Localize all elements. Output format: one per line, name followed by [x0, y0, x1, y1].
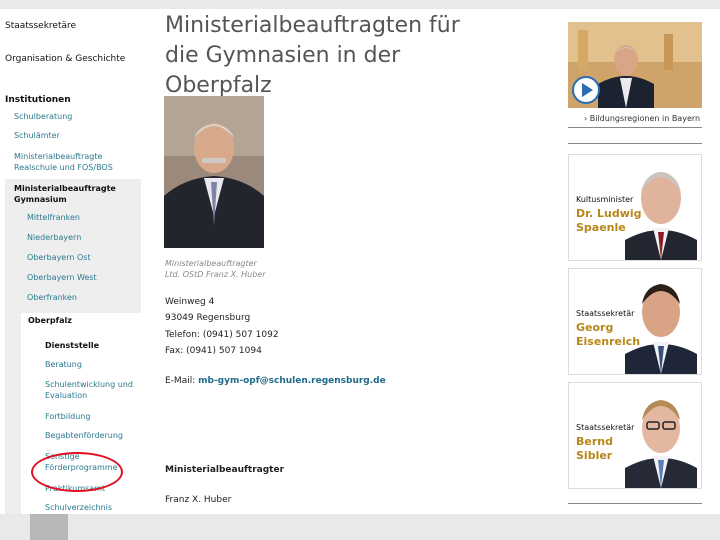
nav-item-fortbildung[interactable]: Fortbildung	[45, 411, 141, 422]
caption-role: Ministerialbeauftragter	[165, 259, 257, 268]
card-role: Staatssekretär	[576, 423, 635, 432]
nav-item-oberfranken[interactable]: Oberfranken	[27, 293, 77, 302]
card-name-last: Eisenreich	[576, 335, 641, 348]
secretary-card-eisenreich[interactable]: Staatssekretär Georg Eisenreich	[568, 268, 702, 375]
link-bildungsregionen[interactable]: › Bildungsregionen in Bayern	[584, 114, 700, 123]
card-role: Kultusminister	[576, 195, 634, 204]
address-street: Weinweg 4	[165, 297, 215, 307]
nav-item-schulberatung[interactable]: Schulberatung	[14, 111, 138, 122]
secretary-photo	[625, 284, 697, 374]
nav-item-schulverzeichnis[interactable]: Schulverzeichnis	[45, 502, 141, 513]
page-title: Ministerialbeauftragten für die Gymnasie…	[165, 13, 460, 98]
email-line: E-Mail: mb-gym-opf@schulen.regensburg.de	[165, 376, 386, 386]
nav-item-niederbayern[interactable]: Niederbayern	[27, 233, 81, 242]
card-role: Staatssekretär	[576, 309, 635, 318]
nav-item-dienststelle[interactable]: Dienststelle	[45, 340, 141, 351]
video-thumbnail[interactable]	[568, 22, 702, 108]
nav-item-realschule[interactable]: Ministerialbeauftragte Realschule und FO…	[14, 151, 138, 173]
nav-item-gymnasium[interactable]: Ministerialbeauftragte Gymnasium	[14, 183, 134, 205]
card-name-first: Bernd	[576, 435, 613, 448]
nav-item-oberbayern-west[interactable]: Oberbayern West	[27, 273, 97, 282]
portrait-photo	[164, 96, 264, 248]
nav-item-begabtenfoerderung[interactable]: Begabtenförderung	[45, 430, 141, 441]
fax-number: Fax: (0941) 507 1094	[165, 346, 262, 356]
bottom-tab	[30, 514, 68, 540]
highlight-circle	[31, 452, 123, 492]
minister-card[interactable]: Kultusminister Dr. Ludwig Spaenle	[568, 154, 702, 261]
divider	[568, 503, 702, 504]
portrait-illustration	[164, 96, 264, 248]
nav-item-schulentwicklung[interactable]: Schulentwicklung und Evaluation	[45, 379, 141, 401]
nav-item-beratung[interactable]: Beratung	[45, 359, 141, 370]
divider	[568, 127, 702, 128]
section-subheading: Ministerialbeauftragter	[165, 465, 285, 475]
address-city: 93049 Regensburg	[165, 313, 251, 323]
caption-name: Ltd. OStD Franz X. Huber	[165, 270, 266, 279]
card-name-first: Dr. Ludwig	[576, 207, 642, 220]
nav-item-oberbayern-ost[interactable]: Oberbayern Ost	[27, 253, 91, 262]
portrait-caption: Ministerialbeauftragter Ltd. OStD Franz …	[165, 258, 266, 280]
top-strip	[0, 0, 720, 9]
bottom-strip	[0, 514, 720, 540]
nav-item-oberpfalz[interactable]: Oberpfalz	[28, 316, 72, 325]
card-name-last: Sibler	[576, 449, 613, 462]
nav-item-mittelfranken[interactable]: Mittelfranken	[27, 213, 80, 222]
play-icon[interactable]	[572, 76, 600, 104]
nav-item-organisation[interactable]: Organisation & Geschichte	[5, 54, 125, 64]
nav-section-institutionen[interactable]: Institutionen	[5, 95, 71, 105]
secretary-card-sibler[interactable]: Staatssekretär Bernd Sibler	[568, 382, 702, 489]
card-name-first: Georg	[576, 321, 614, 334]
sidebar-nav: Staatssekretäre Organisation & Geschicht…	[0, 9, 141, 523]
nav-item-staatssekretaere[interactable]: Staatssekretäre	[5, 21, 76, 31]
email-label: E-Mail:	[165, 376, 196, 386]
secretary-photo	[625, 400, 697, 488]
email-link[interactable]: mb-gym-opf@schulen.regensburg.de	[198, 376, 386, 386]
official-name: Franz X. Huber	[165, 495, 232, 505]
nav-item-schulaemter[interactable]: Schulämter	[14, 130, 138, 141]
divider	[568, 143, 702, 144]
card-name-last: Spaenle	[576, 221, 626, 234]
phone-number: Telefon: (0941) 507 1092	[165, 330, 279, 340]
